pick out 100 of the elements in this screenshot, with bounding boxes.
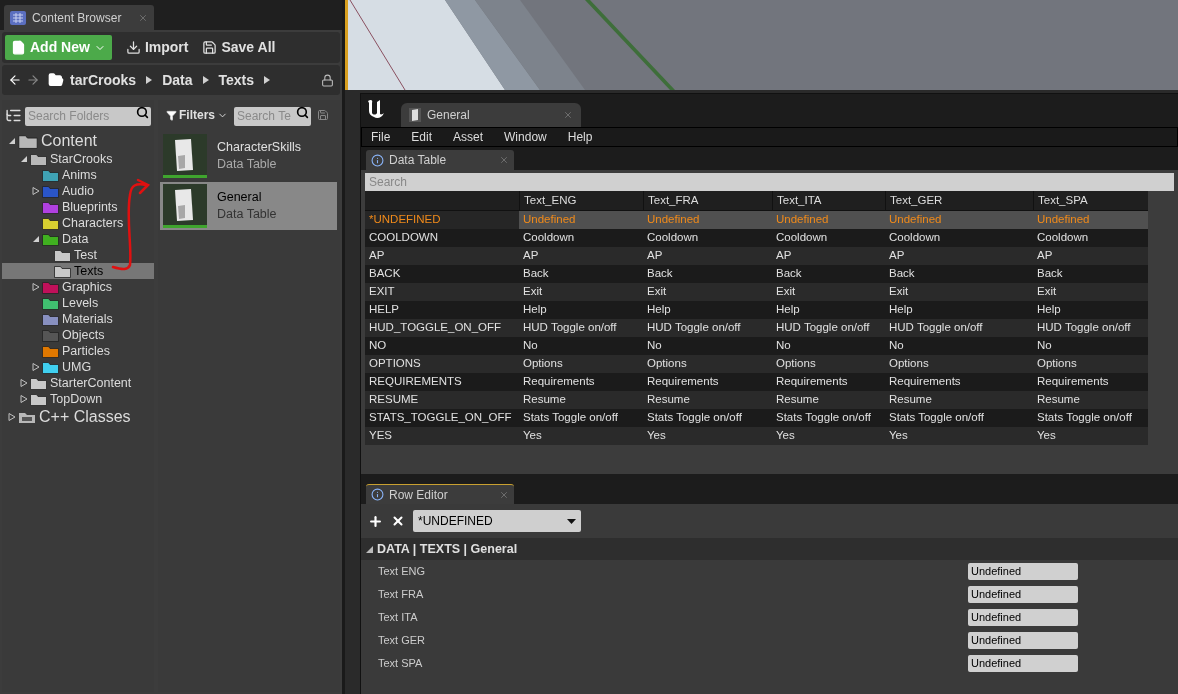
menu-item[interactable]: Asset [453, 128, 484, 146]
info-icon [371, 153, 384, 167]
lock-icon[interactable] [321, 73, 334, 87]
table-search-field[interactable]: Search [365, 173, 1174, 191]
path-segment[interactable]: Texts [218, 69, 255, 91]
save-icon [202, 40, 218, 55]
folder-tree-item[interactable]: Objects [2, 327, 154, 343]
collapsed-arrow-icon[interactable] [32, 283, 40, 291]
folder-tree-item[interactable]: Materials [2, 311, 154, 327]
menu-item[interactable]: File [371, 128, 391, 146]
content-browser-tab[interactable]: Content Browser [4, 5, 154, 30]
text-field[interactable]: Undefined [968, 609, 1078, 626]
folder-tree-item[interactable]: Audio [2, 183, 154, 199]
editor-tab[interactable]: General [401, 103, 581, 127]
table-row[interactable]: EXIT Exit Exit Exit Exit Exit [365, 283, 1148, 301]
collapsed-arrow-icon[interactable] [20, 395, 28, 403]
table-cell-text: Help [646, 302, 672, 318]
table-row[interactable]: HUD_TOGGLE_ON_OFF HUD Toggle on/off HUD Toggle on/off HUD Toggle on/off HUD Toggle on/off HUD Toggle on/off [365, 319, 1148, 337]
data-table-tab[interactable]: Data Table [366, 150, 514, 170]
folder-tree-item[interactable]: Particles [2, 343, 154, 359]
table-cell-text: Back [1036, 266, 1064, 282]
column-header[interactable]: Text_GER [885, 191, 1033, 210]
table-cell-text: Exit [522, 284, 544, 300]
table-cell-text: No [1036, 338, 1053, 354]
column-header[interactable]: Text_ITA [772, 191, 885, 210]
table-cell-text: AP [1036, 248, 1054, 264]
collapsed-arrow-icon[interactable] [32, 363, 40, 371]
table-row[interactable]: YES Yes Yes Yes Yes Yes [365, 427, 1148, 445]
search-icon [136, 106, 149, 119]
folder-tree-item[interactable]: Content [2, 131, 154, 151]
document-icon [409, 108, 421, 122]
back-icon[interactable] [8, 73, 22, 87]
folder-tree-item[interactable]: C++ Classes [2, 407, 154, 427]
folder-tree-item[interactable]: Blueprints [2, 199, 154, 215]
column-header[interactable]: Text_SPA [1033, 191, 1148, 210]
table-cell-text: Exit [1036, 284, 1058, 300]
folder-tree-item[interactable]: TopDown [2, 391, 154, 407]
table-cell-text: No [888, 338, 905, 354]
collapsed-arrow-icon[interactable] [8, 413, 16, 421]
column-header[interactable]: Text_ENG [519, 191, 643, 210]
path-segment[interactable]: tarCrooks [70, 69, 137, 91]
delete-row-icon[interactable] [391, 514, 405, 528]
table-cell-text: Cooldown [646, 230, 700, 246]
text-field[interactable]: Undefined [968, 586, 1078, 603]
menu-item[interactable]: Edit [411, 128, 433, 146]
asset-tile[interactable]: CharacterSkills Data Table [160, 132, 337, 180]
asset-search-field[interactable]: Search Te [234, 106, 311, 126]
collapsed-arrow-icon[interactable] [20, 379, 28, 387]
expanded-arrow-icon[interactable] [32, 235, 40, 243]
table-row[interactable]: OPTIONS Options Options Options Options Options [365, 355, 1148, 373]
table-cell-text: Exit [775, 284, 797, 300]
breadcrumb-arrow-icon[interactable] [146, 76, 153, 84]
text-field[interactable]: Undefined [968, 563, 1078, 580]
table-row[interactable]: RESUME Resume Resume Resume Resume Resume [365, 391, 1148, 409]
field-label: Text ITA [378, 610, 419, 626]
data-table-thumbnail-icon [163, 184, 207, 228]
table-cell-text: Exit [646, 284, 668, 300]
table-cell-text: Help [1036, 302, 1062, 318]
forward-icon[interactable] [26, 73, 40, 87]
asset-tile[interactable]: General Data Table [160, 182, 337, 230]
save-all-button[interactable]: Save All [202, 35, 276, 60]
table-cell-text: Requirements [522, 374, 596, 390]
folder-tree-item[interactable]: Characters [2, 215, 154, 231]
text-field[interactable]: Undefined [968, 655, 1078, 672]
expanded-arrow-icon[interactable] [8, 137, 16, 145]
column-header[interactable]: Text_FRA [643, 191, 772, 210]
row-dropdown[interactable]: *UNDEFINED [413, 510, 581, 532]
folder-tree-item[interactable]: Texts [2, 263, 154, 279]
menu-item[interactable]: Window [504, 128, 547, 146]
breadcrumb-arrow-icon[interactable] [202, 76, 209, 84]
breadcrumb-arrow-icon[interactable] [264, 76, 271, 84]
collapsed-arrow-icon[interactable] [32, 187, 40, 195]
menu-item[interactable]: Help [567, 128, 593, 146]
field-label: Text SPA [378, 656, 424, 672]
folder-tree-item[interactable]: Anims [2, 167, 154, 183]
import-button[interactable]: Import [125, 35, 189, 60]
folder-tree-item[interactable]: Levels [2, 295, 154, 311]
path-segment[interactable]: Data [162, 69, 193, 91]
save-icon[interactable] [317, 109, 329, 121]
table-row[interactable]: *UNDEFINED Undefined Undefined Undefined Undefined Undefined [365, 211, 1148, 229]
folder-tree-item[interactable]: Test [2, 247, 154, 263]
expanded-arrow-icon[interactable] [20, 155, 28, 163]
folder-tree-item[interactable]: Data [2, 231, 154, 247]
folder-tree-item[interactable]: StarCrooks [2, 151, 154, 167]
folder-tree-item[interactable]: Graphics [2, 279, 154, 295]
category-header[interactable]: DATA | TEXTS | General [361, 538, 1178, 560]
folder-search-field[interactable]: Search Folders [25, 106, 151, 126]
table-cell-text: HUD Toggle on/off [522, 320, 618, 336]
row-editor-tab[interactable]: Row Editor [366, 484, 514, 504]
filters-button[interactable]: Filters [166, 106, 228, 124]
folder-icon[interactable] [48, 72, 64, 88]
filter-icon [166, 109, 177, 121]
folder-tree-item[interactable]: UMG [2, 359, 154, 375]
table-cell-text: Cooldown [888, 230, 942, 246]
table-row[interactable]: AP AP AP AP AP AP [365, 247, 1148, 265]
add-row-icon[interactable] [368, 513, 383, 529]
table-cell-text: Cooldown [1036, 230, 1090, 246]
text-field[interactable]: Undefined [968, 632, 1078, 649]
folder-tree-item[interactable]: StarterContent [2, 375, 154, 391]
table-cell-text: Back [775, 266, 803, 282]
